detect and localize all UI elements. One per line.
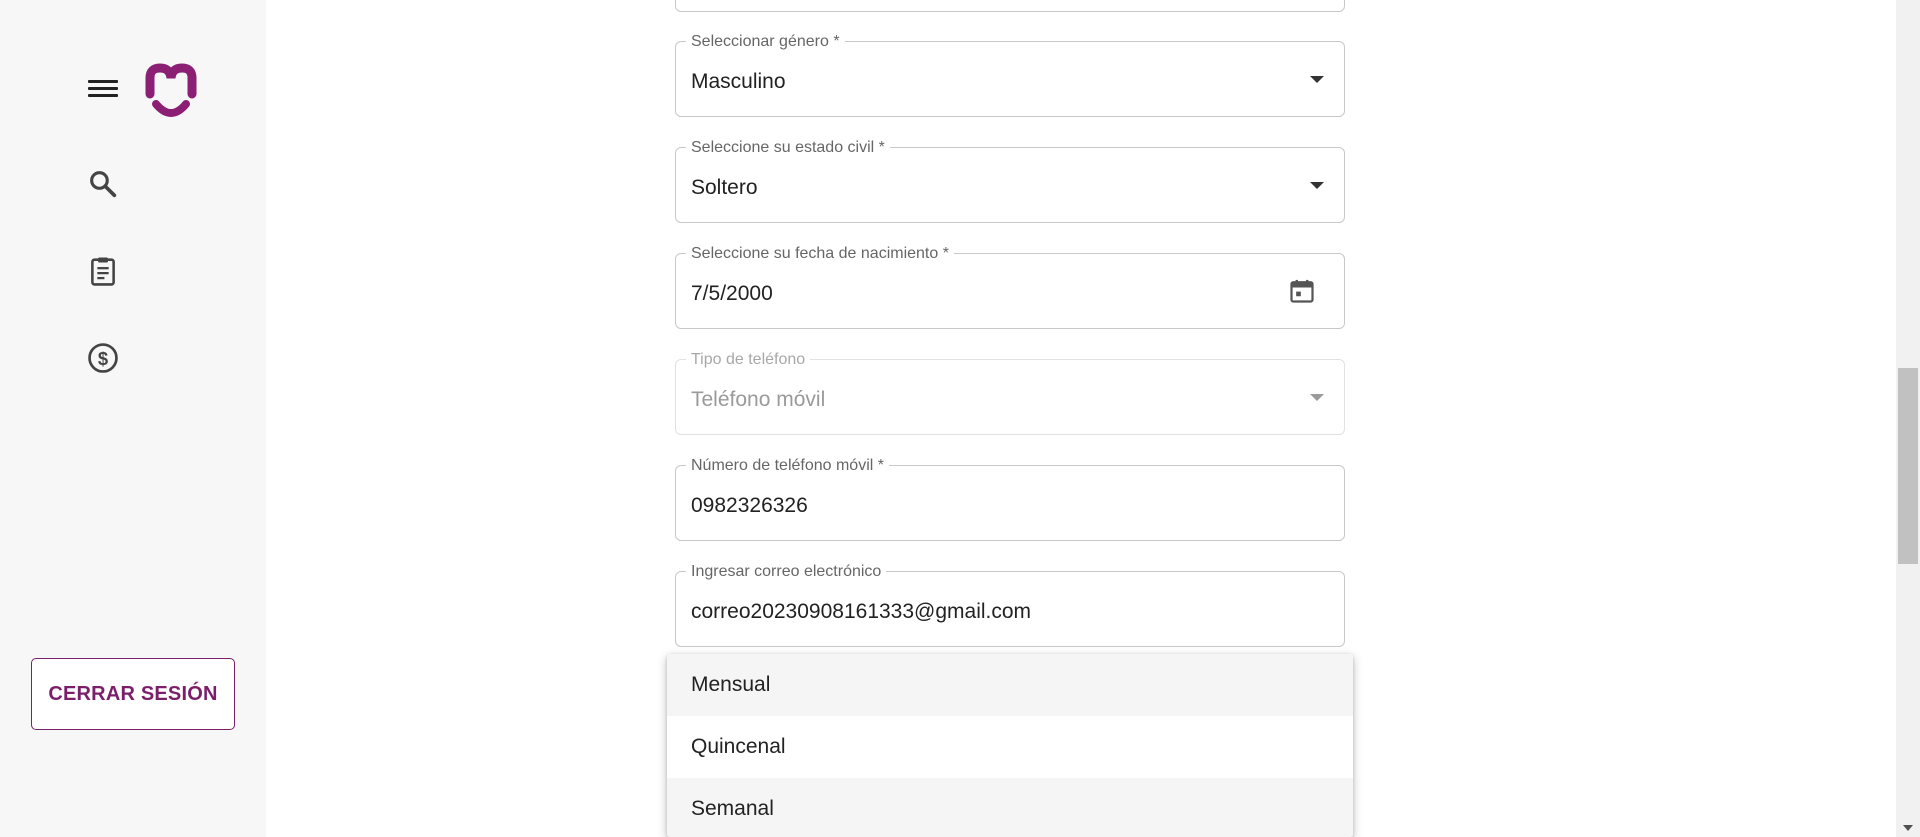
gender-select[interactable]: Seleccionar género * Masculino xyxy=(675,33,1345,117)
civil-status-label: Seleccione su estado civil * xyxy=(686,139,890,157)
civil-status-value: Soltero xyxy=(691,176,758,199)
logo[interactable] xyxy=(143,60,199,122)
birth-date-label: Seleccione su fecha de nacimiento * xyxy=(686,245,954,263)
mobile-number-value: 0982326326 xyxy=(691,494,808,517)
birth-date-field[interactable]: Seleccione su fecha de nacimiento * 7/5/… xyxy=(675,245,1345,329)
email-field[interactable]: Ingresar correo electrónico correo202309… xyxy=(675,563,1345,647)
scrollbar[interactable] xyxy=(1896,0,1920,837)
civil-status-select[interactable]: Seleccione su estado civil * Soltero xyxy=(675,139,1345,223)
mobile-number-field[interactable]: Número de teléfono móvil * 0982326326 xyxy=(675,457,1345,541)
scrollbar-thumb[interactable] xyxy=(1898,368,1918,564)
chevron-down-icon xyxy=(1310,394,1324,401)
gender-value: Masculino xyxy=(691,70,786,93)
phone-type-label: Tipo de teléfono xyxy=(686,351,811,369)
phone-type-value: Teléfono móvil xyxy=(691,388,826,411)
logout-button[interactable]: CERRAR SESIÓN xyxy=(31,658,235,730)
menu-icon[interactable] xyxy=(86,76,120,102)
previous-field[interactable] xyxy=(675,0,1345,12)
email-value: correo20230908161333@gmail.com xyxy=(691,600,1032,623)
chevron-down-icon xyxy=(1310,182,1324,189)
search-icon[interactable] xyxy=(86,167,120,201)
payment-frequency-dropdown: Mensual Quincenal Semanal xyxy=(667,654,1353,837)
gender-label: Seleccionar género * xyxy=(686,33,845,51)
calendar-icon[interactable] xyxy=(1288,277,1316,305)
email-label: Ingresar correo electrónico xyxy=(686,563,887,581)
chevron-down-icon xyxy=(1310,76,1324,83)
sidebar: $ CERRAR SESIÓN xyxy=(0,0,266,837)
clipboard-icon[interactable] xyxy=(86,254,120,288)
main-content: Seleccionar género * Masculino Seleccion… xyxy=(266,0,1896,837)
scroll-down-icon[interactable] xyxy=(1903,825,1913,831)
mobile-number-label: Número de teléfono móvil * xyxy=(686,457,889,475)
phone-type-select: Tipo de teléfono Teléfono móvil xyxy=(675,351,1345,435)
svg-text:$: $ xyxy=(98,348,108,369)
dollar-icon[interactable]: $ xyxy=(86,341,120,375)
birth-date-value: 7/5/2000 xyxy=(691,282,773,305)
option-semanal[interactable]: Semanal xyxy=(667,778,1353,837)
option-mensual[interactable]: Mensual xyxy=(667,654,1353,716)
option-quincenal[interactable]: Quincenal xyxy=(667,716,1353,778)
